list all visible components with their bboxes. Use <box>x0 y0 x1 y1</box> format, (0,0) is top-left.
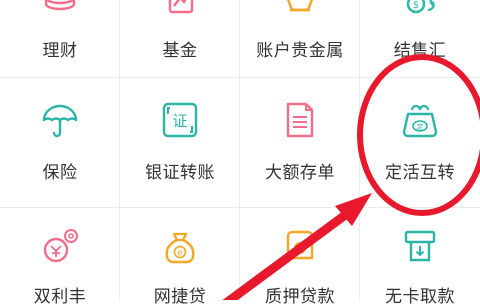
grid-item-shuanglifeng[interactable]: 双利丰 <box>0 208 120 307</box>
grid-item-label: 定活互转 <box>385 163 455 183</box>
grid-item-pledge-loan[interactable]: 质押贷款 <box>240 208 360 307</box>
grid-item-label: 网捷贷 <box>153 287 207 307</box>
grid-item-label: 账户贵金属 <box>256 41 344 61</box>
grid-item-label: 质押贷款 <box>265 287 335 307</box>
svg-text:$: $ <box>413 0 419 11</box>
grid-item-label: 大额存单 <box>265 163 335 183</box>
pledge-loan-icon <box>286 230 314 260</box>
grid-item-label: 基金 <box>162 41 198 61</box>
grid-item-insurance[interactable]: 保险 <box>0 78 120 207</box>
grid-item-label: 结售汇 <box>393 41 447 61</box>
grid-item-label: 银证转账 <box>145 163 215 183</box>
grid-item-large-cd[interactable]: 大额存单 <box>240 78 360 207</box>
money-bag-icon: e <box>165 232 195 264</box>
grid-item-label: 双利丰 <box>33 287 87 307</box>
fund-icon <box>168 0 194 14</box>
coin-stack-icon <box>43 229 78 263</box>
grid-item-cardless-withdrawal[interactable]: 无卡取款 <box>360 208 480 307</box>
umbrella-icon <box>42 104 78 138</box>
grid-item-jijin[interactable]: 基金 <box>120 0 240 77</box>
grid-item-fx[interactable]: $ 结售汇 <box>360 0 480 77</box>
grid-item-securities-transfer[interactable]: 证 银证转账 <box>120 78 240 207</box>
grid-item-fixed-current-transfer[interactable]: 定 定活互转 <box>360 78 480 207</box>
grid-item-wangjiedai[interactable]: e 网捷贷 <box>120 208 240 307</box>
fixed-deposit-purse-icon: 定 <box>402 104 438 138</box>
coins-icon <box>44 0 76 11</box>
securities-transfer-icon: 证 <box>162 102 198 138</box>
grid-item-label: 保险 <box>42 163 78 183</box>
atm-cardless-icon <box>404 230 436 262</box>
grid-item-label: 理财 <box>42 41 78 61</box>
grid-item-label: 无卡取款 <box>385 287 455 307</box>
bag-label: e <box>177 249 183 259</box>
svg-text:证: 证 <box>172 112 187 130</box>
grid-item-precious-metal[interactable]: 账户贵金属 <box>240 0 360 77</box>
gold-icon <box>286 0 314 12</box>
exchange-icon: $ <box>406 0 435 14</box>
certificate-document-icon <box>286 102 314 138</box>
grid-item-licai[interactable]: 理财 <box>0 0 120 77</box>
service-grid: 理财 基金 账户贵金属 $ 结售汇 保险 证 银证转账 大额存单 定 定活互转 … <box>0 0 480 307</box>
purse-label: 定 <box>417 122 424 131</box>
